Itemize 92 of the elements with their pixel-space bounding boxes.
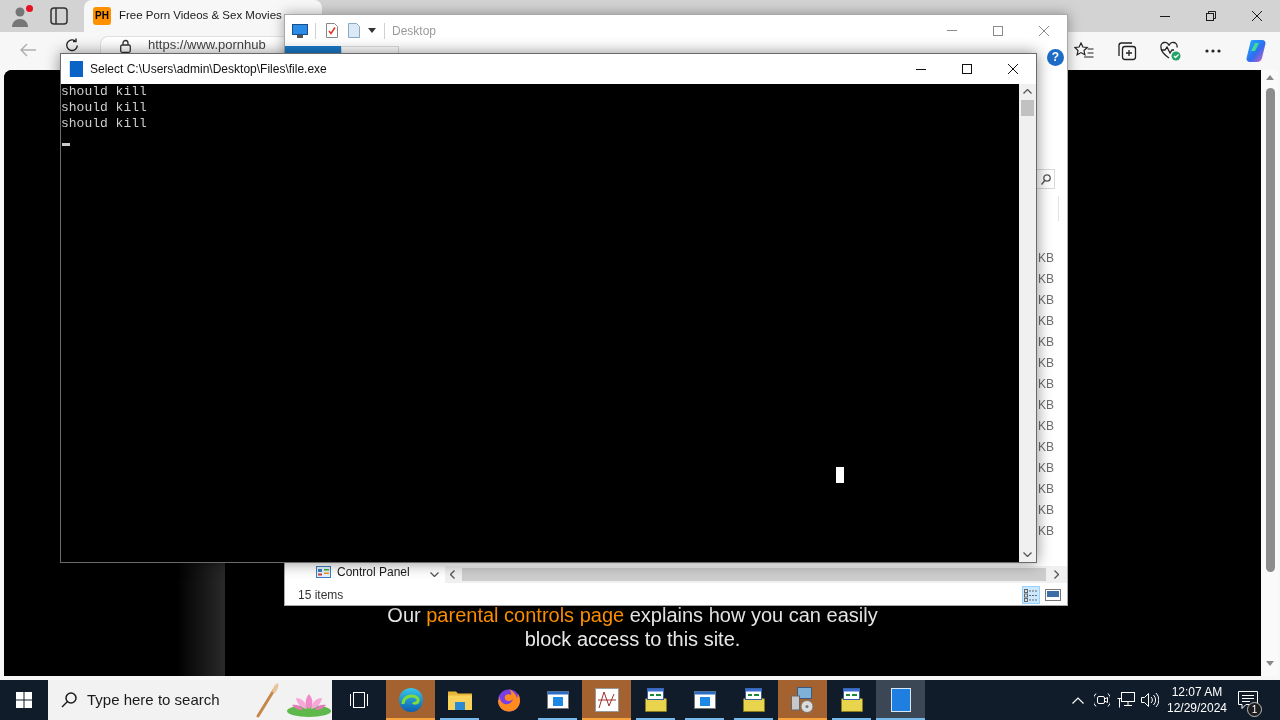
clock-time[interactable]: 12:07 AM — [1171, 684, 1223, 700]
package-box-icon — [643, 688, 668, 712]
swirl-logo-icon — [398, 688, 423, 712]
package-box-icon — [839, 688, 864, 712]
search-field[interactable]: Type here to search — [87, 688, 247, 712]
task-view-icon[interactable] — [350, 692, 368, 708]
console-line: should kill — [61, 116, 147, 132]
volume-icon[interactable] — [1141, 692, 1159, 708]
size-cell-text: KB — [1038, 334, 1054, 351]
computer-disc-icon — [790, 687, 815, 713]
address-field[interactable]: https://www.pornhub — [100, 36, 284, 53]
taskbar-button[interactable] — [876, 680, 925, 720]
view-button[interactable] — [1044, 586, 1062, 604]
scroll-up-icon[interactable] — [1266, 75, 1274, 80]
collections-icon[interactable] — [1117, 41, 1137, 61]
minimize-icon[interactable] — [1160, 15, 1170, 17]
control-panel-icon — [316, 566, 331, 578]
view-button[interactable] — [1022, 586, 1040, 604]
window-icon — [546, 691, 569, 709]
console-line: should kill — [61, 84, 147, 100]
more-icon[interactable] — [1205, 49, 1221, 53]
size-cell-text: KB — [1038, 397, 1054, 414]
size-cell-text: KB — [1038, 439, 1054, 456]
parental-notice: Our parental controls page explains how you can easily block access to this site. — [386, 603, 879, 651]
size-cell-text: KB — [1038, 502, 1054, 519]
start-icon[interactable] — [16, 692, 32, 708]
restore-icon[interactable] — [1206, 11, 1216, 21]
chevron-down-icon[interactable] — [430, 572, 439, 577]
window-icon — [890, 688, 911, 712]
scroll-up-icon[interactable] — [1023, 89, 1032, 94]
scrollbar-thumb[interactable] — [1265, 88, 1275, 572]
window-title: Desktop — [392, 22, 437, 40]
text-cursor-icon — [62, 143, 70, 146]
profile-icon[interactable] — [11, 5, 33, 27]
network-icon[interactable] — [1117, 692, 1135, 708]
size-cell-text: KB — [1038, 313, 1054, 330]
camera-icon[interactable] — [1094, 692, 1110, 708]
address-text: https://www.pornhub — [148, 38, 266, 52]
size-cell-text: KB — [1038, 292, 1054, 309]
notification-count: 1 — [1247, 702, 1262, 717]
search-bar[interactable]: Type here to search — [48, 680, 332, 720]
details-view-icon — [1024, 588, 1038, 602]
window-icon — [693, 691, 716, 709]
heart-pulse-icon[interactable] — [1159, 41, 1181, 61]
console-window-icon — [69, 61, 83, 77]
properties-icon[interactable] — [326, 23, 338, 38]
size-cell-text: KB — [1038, 418, 1054, 435]
close-icon[interactable] — [1008, 64, 1018, 74]
preview-view-icon — [1045, 589, 1061, 601]
folder-icon — [447, 690, 472, 710]
status-text: 15 items — [298, 587, 344, 604]
close-icon[interactable] — [1252, 11, 1262, 21]
lotus-paintbrush-icon — [254, 682, 332, 718]
nav-item[interactable]: Control Panel — [337, 565, 410, 579]
chevron-up-icon[interactable] — [1072, 696, 1084, 704]
scrollbar-thumb[interactable] — [1021, 100, 1034, 116]
console-scrollbar[interactable] — [1019, 84, 1036, 562]
scroll-left-icon[interactable] — [450, 570, 455, 579]
help-button[interactable]: ? — [1047, 49, 1064, 66]
search-icon — [1040, 173, 1051, 185]
size-cell-text: KB — [1038, 250, 1054, 267]
size-cell-text: KB — [1038, 355, 1054, 372]
scroll-right-icon[interactable] — [1054, 570, 1059, 579]
mouse-cursor-icon — [836, 467, 844, 483]
tab-actions-icon[interactable] — [50, 7, 68, 25]
clock-date[interactable]: 12/29/2024 — [1166, 700, 1228, 716]
site-logo: PH — [93, 7, 111, 25]
refresh-icon[interactable] — [65, 38, 79, 52]
horizontal-scrollbar[interactable] — [445, 566, 1067, 583]
browser-tab[interactable]: PH Free Porn Videos & Sex Movies — [84, 0, 322, 32]
tab-title: Free Porn Videos & Sex Movies — [119, 8, 282, 24]
size-cell-text: KB — [1038, 271, 1054, 288]
size-cell-text: KB — [1038, 460, 1054, 477]
size-cell-text: KB — [1038, 481, 1054, 498]
scrollbar-thumb[interactable] — [462, 568, 1046, 581]
size-cell-text: KB — [1038, 523, 1054, 540]
assistant-logo-icon[interactable] — [1245, 40, 1267, 62]
maximize-icon[interactable] — [962, 64, 972, 74]
minimize-icon[interactable] — [916, 68, 926, 70]
search-icon — [61, 692, 77, 708]
sketch-picture-icon — [594, 688, 619, 712]
size-cell-text: KB — [1038, 376, 1054, 393]
scroll-down-icon[interactable] — [1023, 552, 1032, 557]
scroll-down-icon[interactable] — [1266, 661, 1274, 666]
package-box-icon — [741, 688, 766, 712]
favorites-icon[interactable] — [1074, 42, 1094, 60]
lock-icon — [120, 39, 131, 53]
flame-globe-icon — [496, 688, 521, 712]
parental-controls-link[interactable]: parental controls page — [426, 604, 625, 626]
window-title: Select C:\Users\admin\Desktop\Files\file.exe — [90, 61, 327, 78]
console-line: should kill — [61, 100, 147, 116]
monitor-icon[interactable] — [292, 23, 308, 38]
